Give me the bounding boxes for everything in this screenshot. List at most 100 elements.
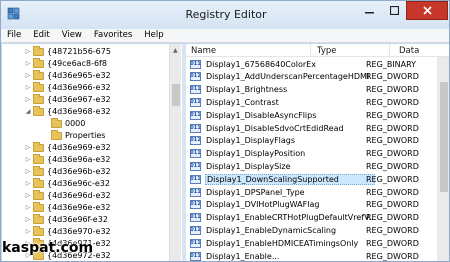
tree-item[interactable]: ▷ {4d36e96b-e32 xyxy=(24,165,111,177)
column-divider[interactable] xyxy=(389,44,390,57)
value-type: REG_DWORD xyxy=(366,251,419,261)
key-tree-pane[interactable]: ▷ {48721b56-675 ▷ {49ce6ac8-6f8 ▷ {4d36e965-e… xyxy=(2,44,182,261)
menu-view[interactable]: View xyxy=(56,29,88,42)
expand-arrow-icon[interactable]: ▷ xyxy=(24,180,32,187)
tree-scroll-thumb[interactable] xyxy=(172,84,180,106)
values-scrollbar[interactable] xyxy=(437,57,449,261)
expand-arrow-icon[interactable]: ▷ xyxy=(24,168,32,175)
value-row[interactable]: 011 Display1_DisplayFlags REG_DWORD xyxy=(186,135,437,147)
expand-arrow-icon[interactable]: ▷ xyxy=(24,84,32,91)
value-row[interactable]: 011 Display1_Brightness REG_DWORD xyxy=(186,84,437,96)
value-row[interactable]: 011 Display1_67568640ColorEx REG_BINARY xyxy=(186,58,437,70)
value-row[interactable]: 011 Display1_EnableDynamicScaling REG_DWOR… xyxy=(186,224,437,236)
tree-scrollbar[interactable]: ▲ xyxy=(169,44,181,261)
value-name: Display1_Enable... xyxy=(206,251,280,261)
reg-dword-value-icon: 011 xyxy=(190,72,201,82)
tree-item[interactable]: 0000 xyxy=(42,117,85,129)
scroll-up-arrow-icon[interactable]: ▲ xyxy=(173,47,178,54)
value-row[interactable]: 011 Display1_AddUnderscanPercentageHDMI RE… xyxy=(186,71,437,83)
tree-item[interactable]: ▷ {4d36e96c-e32 xyxy=(24,177,110,189)
value-name: Display1_67568640ColorEx xyxy=(206,59,316,69)
menu-favorites[interactable]: Favorites xyxy=(88,29,138,42)
tree-item-label: {4d36e970-e32 xyxy=(47,227,111,236)
value-name: Display1_DownScalingSupported xyxy=(205,173,375,185)
expand-arrow-icon[interactable]: ◢ xyxy=(24,108,32,115)
tree-item-label: {4d36e96a-e32 xyxy=(47,155,111,164)
expand-arrow-icon[interactable]: ▷ xyxy=(24,216,32,223)
value-type: REG_DWORD xyxy=(366,213,419,223)
values-scroll-thumb[interactable] xyxy=(440,82,448,192)
tree-item[interactable]: ▷ {48721b56-675 xyxy=(24,45,111,57)
expand-arrow-icon[interactable]: ▷ xyxy=(24,96,32,103)
value-type: REG_DWORD xyxy=(366,238,419,248)
tree-item[interactable]: ▷ {4d36e96a-e32 xyxy=(24,153,111,165)
tree-item[interactable]: Properties xyxy=(42,129,105,141)
value-name: Display1_EnableCRTHotPlugDefaultVrefV... xyxy=(206,213,375,223)
value-type: REG_BINARY xyxy=(366,59,417,69)
folder-icon xyxy=(33,225,44,236)
value-row[interactable]: 011 Display1_DownScalingSupported REG_DWOR… xyxy=(186,173,437,185)
value-type: REG_DWORD xyxy=(366,174,419,184)
expand-arrow-icon[interactable]: ▷ xyxy=(24,204,32,211)
value-row[interactable]: 011 Display1_EnableCRTHotPlugDefaultVrefV… xyxy=(186,212,437,224)
menu-file[interactable]: File xyxy=(1,29,27,42)
value-type: REG_DWORD xyxy=(366,149,419,159)
value-row[interactable]: 011 Display1_DisplayPosition REG_DWORD xyxy=(186,148,437,160)
values-pane[interactable]: Name Type Data 011 Display1_67568640Color… xyxy=(186,44,449,261)
column-header-type[interactable]: Type xyxy=(317,46,337,56)
expand-arrow-icon[interactable]: ▷ xyxy=(24,156,32,163)
menu-edit[interactable]: Edit xyxy=(27,29,55,42)
value-row[interactable]: 011 Display1_DisableAsyncFlips REG_DWORD xyxy=(186,109,437,121)
column-header-name[interactable]: Name xyxy=(191,46,216,56)
tree-item-label: {4d36e96e-e32 xyxy=(47,203,111,212)
value-row[interactable]: 011 Display1_DisableSdvoCrtEdidRead REG_DW… xyxy=(186,122,437,134)
reg-dword-value-icon: 011 xyxy=(190,97,201,107)
column-header-data[interactable]: Data xyxy=(399,46,419,56)
reg-dword-value-icon: 011 xyxy=(190,238,201,248)
tree-item[interactable]: ▷ {4d36e96d-e32 xyxy=(24,189,111,201)
menu-help[interactable]: Help xyxy=(138,29,169,42)
expand-arrow-icon[interactable]: ▷ xyxy=(24,228,32,235)
value-row[interactable]: 011 Display1_EnableHDMICEATimingsOnly REG_… xyxy=(186,237,437,249)
reg-dword-value-icon: 011 xyxy=(190,110,201,120)
value-row[interactable]: 011 Display1_DisplaySize REG_DWORD xyxy=(186,160,437,172)
tree-item[interactable]: ▷ {4d36e96f-e32 xyxy=(24,213,108,225)
menu-bar: File Edit View Favorites Help xyxy=(1,29,449,43)
folder-icon xyxy=(33,105,44,116)
tree-item[interactable]: ◢ {4d36e968-e32 xyxy=(24,105,111,117)
tree-item[interactable]: ▷ {4d36e970-e32 xyxy=(24,225,111,237)
tree-item[interactable]: ▷ {4d36e969-e32 xyxy=(24,141,111,153)
tree-item[interactable]: ▷ {4d36e96e-e32 xyxy=(24,201,111,213)
expand-arrow-icon[interactable]: ▷ xyxy=(24,144,32,151)
tree-item[interactable]: ▷ {4d36e967-e32 xyxy=(24,93,111,105)
reg-dword-value-icon: 011 xyxy=(190,59,201,69)
expand-arrow-icon[interactable]: ▷ xyxy=(24,72,32,79)
tree-item[interactable]: ▷ {4d36e965-e32 xyxy=(24,69,111,81)
value-row[interactable]: 011 Display1_Enable... REG_DWORD xyxy=(186,250,437,261)
value-row[interactable]: 011 Display1_Contrast REG_DWORD xyxy=(186,96,437,108)
folder-icon xyxy=(33,69,44,80)
close-button[interactable] xyxy=(406,1,448,20)
folder-icon xyxy=(33,81,44,92)
folder-icon xyxy=(33,57,44,68)
column-divider[interactable] xyxy=(310,44,311,57)
reg-dword-value-icon: 011 xyxy=(190,213,201,223)
folder-icon xyxy=(33,189,44,200)
value-type: REG_DWORD xyxy=(366,72,419,82)
expand-arrow-icon[interactable]: ▷ xyxy=(24,60,32,67)
tree-item[interactable]: ▷ {4d36e966-e32 xyxy=(24,81,111,93)
value-type: REG_DWORD xyxy=(366,85,419,95)
maximize-button[interactable] xyxy=(382,1,406,20)
expand-arrow-icon[interactable]: ▷ xyxy=(24,192,32,199)
title-bar[interactable]: Registry Editor xyxy=(1,1,449,29)
value-row[interactable]: 011 Display1_DPSPanel_Type REG_DWORD xyxy=(186,186,437,198)
value-type: REG_DWORD xyxy=(366,225,419,235)
value-name: Display1_AddUnderscanPercentageHDMI xyxy=(206,72,370,82)
expand-arrow-icon[interactable]: ▷ xyxy=(24,48,32,55)
tree-item[interactable]: ▷ {49ce6ac8-6f8 xyxy=(24,57,107,69)
value-row[interactable]: 011 Display1_DVIHotPlugWAFlag REG_DWORD xyxy=(186,199,437,211)
tree-item-label: {49ce6ac8-6f8 xyxy=(47,59,107,68)
reg-dword-value-icon: 011 xyxy=(190,85,201,95)
folder-icon xyxy=(33,201,44,212)
minimize-button[interactable] xyxy=(356,1,382,20)
